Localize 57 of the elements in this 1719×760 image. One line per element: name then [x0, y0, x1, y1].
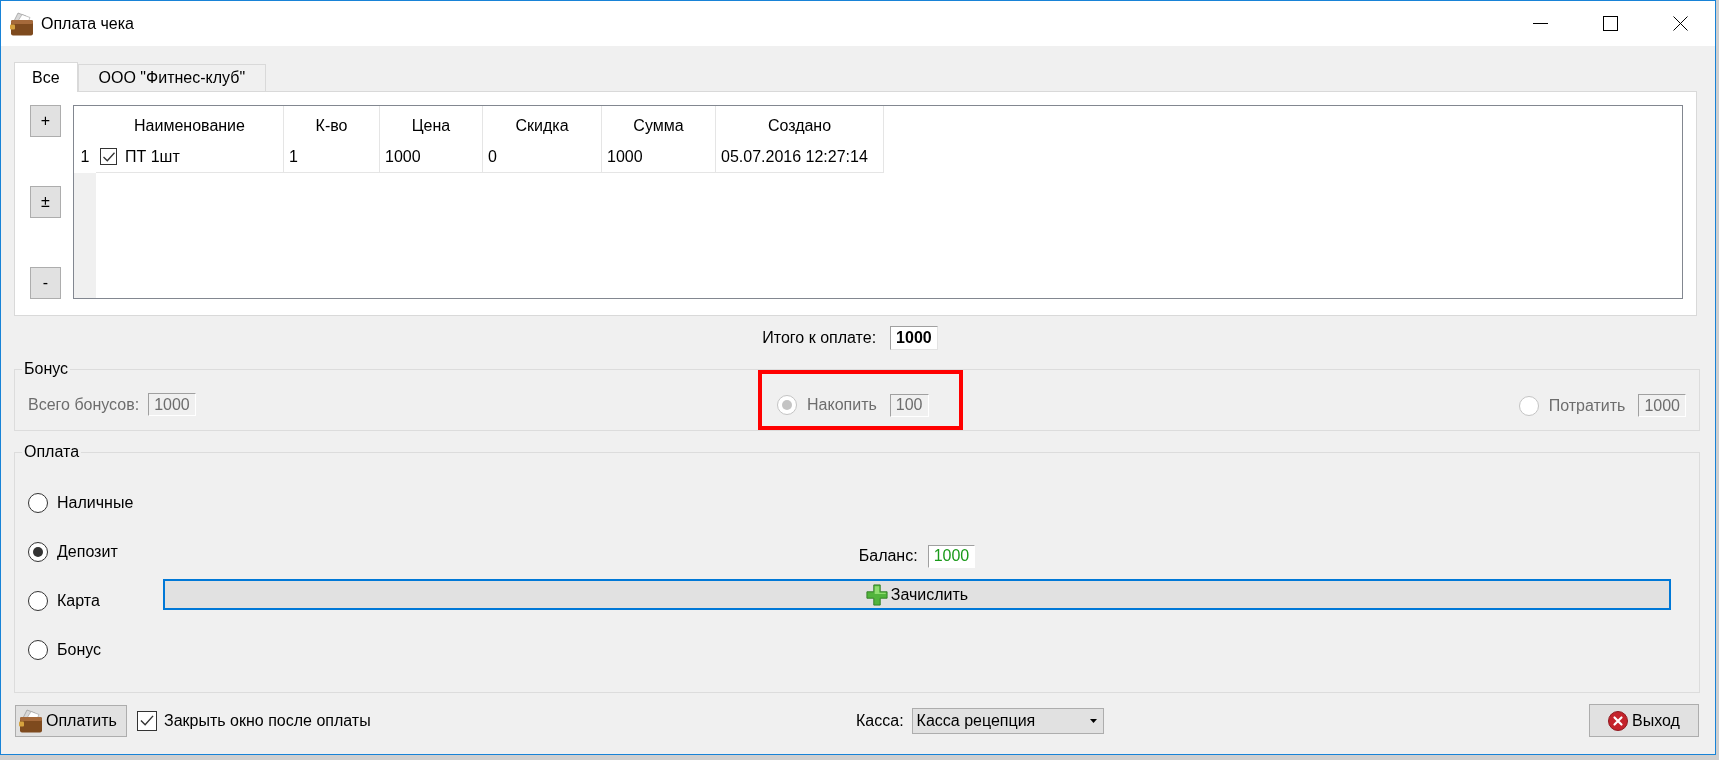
bonus-amount-field: 100 [889, 393, 929, 417]
bonus-total-field: 1000 [148, 393, 196, 416]
column-header[interactable]: Скидка [483, 106, 602, 141]
exit-button[interactable]: Выход [1589, 704, 1699, 737]
column-header[interactable]: Сумма [602, 106, 716, 141]
radio-label: Депозит [57, 541, 118, 562]
bonus-total-label: Всего бонусов: [28, 394, 140, 415]
row-number: 1 [79, 147, 91, 167]
register-label: Касса: [856, 710, 904, 731]
radio-button[interactable] [28, 541, 48, 562]
column-header[interactable]: Цена [380, 106, 483, 141]
radio-button[interactable] [28, 590, 48, 611]
table-cell: 1000 [380, 141, 483, 173]
total-label: Итого к оплате: [762, 328, 877, 348]
table-cell: 0 [483, 141, 602, 173]
radio-button[interactable] [28, 639, 48, 660]
column-header[interactable]: К-во [284, 106, 380, 141]
checkbox[interactable] [137, 710, 157, 731]
checkmark-icon [140, 715, 154, 726]
caret-icon [1089, 718, 1097, 723]
checkbox-label: Закрыть окно после оплаты [164, 710, 371, 731]
balance-label: Баланс: [858, 546, 918, 566]
credit-button[interactable]: Зачислить [163, 579, 1671, 610]
radio-label: Карта [57, 590, 100, 611]
radio-label: Бонус [57, 639, 102, 660]
radio-button[interactable] [28, 492, 48, 513]
register-dropdown[interactable]: Касса рецепция [911, 707, 1104, 734]
group-title: Оплата [23, 442, 81, 462]
tab[interactable]: Все [14, 62, 78, 92]
table-cell: 1000 [602, 141, 716, 173]
table-cell: 1 [284, 141, 380, 173]
tab[interactable]: ООО "Фитнес-клуб" [77, 64, 267, 91]
bonus-amount-field: 1000 [1638, 394, 1686, 417]
row-action-button[interactable]: ± [30, 186, 61, 218]
balance-field: 1000 [927, 544, 976, 568]
minimize-icon [1532, 23, 1548, 24]
x-circle-icon [1608, 710, 1629, 731]
column-header[interactable]: Наименование [96, 106, 284, 141]
wallet-icon [10, 11, 34, 36]
table-cell: 05.07.2016 12:27:14 [716, 141, 884, 173]
wallet-icon [19, 708, 43, 733]
maximize-icon [1602, 16, 1618, 31]
radio-label: Потратить [1548, 395, 1626, 416]
window-title: Оплата чека [41, 13, 134, 34]
table-cell-text: ПТ 1шт [125, 146, 180, 167]
group-title: Бонус [23, 359, 70, 379]
row-action-button[interactable]: - [30, 267, 61, 299]
column-header[interactable]: Создано [716, 106, 884, 141]
checkbox[interactable] [100, 148, 117, 165]
close-icon [1672, 16, 1688, 31]
radio-label: Накопить [807, 395, 877, 415]
radio-label: Наличные [57, 492, 134, 513]
plus-icon [865, 583, 888, 606]
pay-button[interactable]: Оплатить [15, 704, 127, 737]
checkmark-icon [102, 151, 115, 162]
total-value: 1000 [890, 326, 938, 350]
row-action-button[interactable]: + [30, 105, 61, 137]
